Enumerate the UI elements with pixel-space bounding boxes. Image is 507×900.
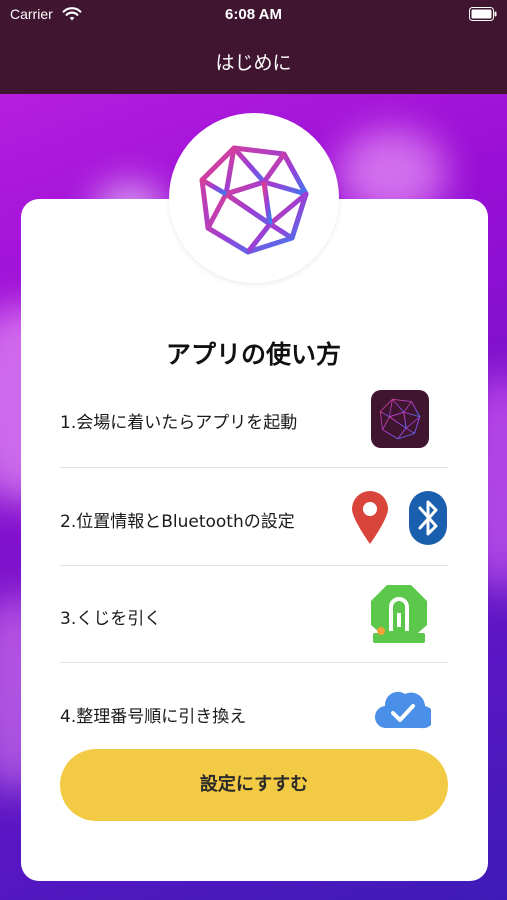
divider [60, 467, 448, 468]
step-label: 2.位置情報とBluetoothの設定 [60, 512, 295, 532]
step-item-location-bluetooth: 2.位置情報とBluetoothの設定 [60, 507, 450, 532]
divider [60, 662, 448, 663]
section-heading: アプリの使い方 [165, 340, 341, 369]
step-label: 4.整理番号順に引き換え [60, 707, 247, 727]
navigation-bar: はじめに [0, 30, 507, 94]
bluetooth-icon [409, 491, 447, 545]
page-title: はじめに [215, 52, 292, 74]
step-label: 1.会場に着いたらアプリを起動 [60, 413, 298, 433]
battery-icon [469, 7, 497, 21]
step-label: 3.くじを引く [60, 609, 162, 629]
status-bar: Carrier 6:08 AM [0, 0, 507, 30]
app-logo-icon [371, 390, 429, 448]
divider [60, 565, 448, 566]
app-logo-badge [169, 113, 339, 283]
location-pin-icon [352, 491, 388, 544]
lottery-machine-icon [371, 585, 427, 643]
app-logo-icon [199, 145, 309, 255]
clock-time: 6:08 AM [225, 6, 282, 23]
proceed-to-settings-button[interactable]: 設定にすすむ [60, 749, 448, 821]
cloud-check-icon [375, 691, 431, 729]
